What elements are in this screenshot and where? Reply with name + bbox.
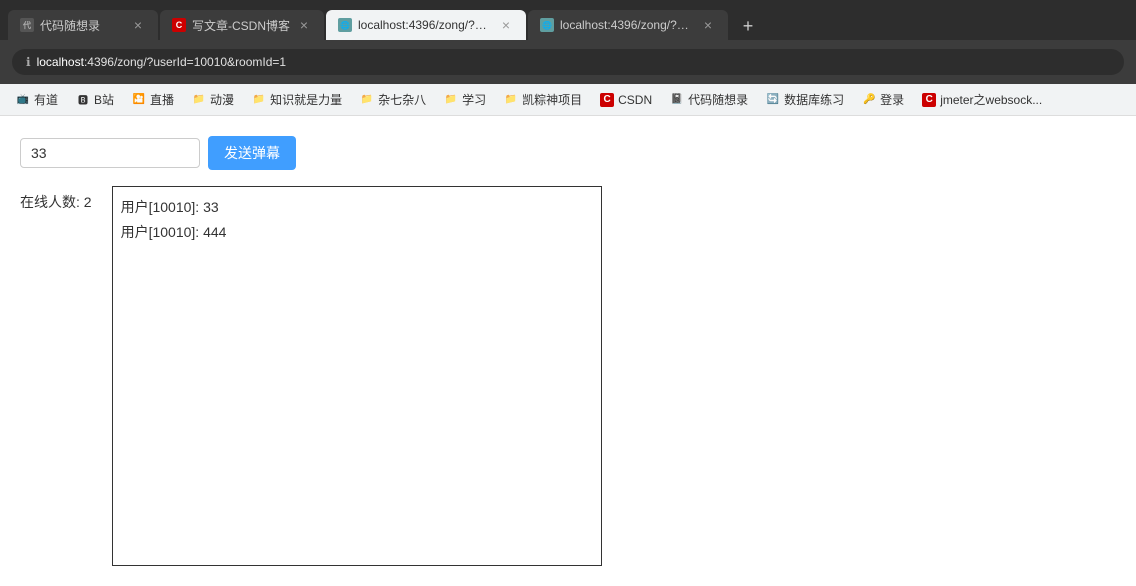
browser-window: 代 代码随想录 × C 写文章-CSDN博客 × 🌐 localhost:439… (0, 0, 1136, 586)
bookmark-label-misc: 杂七杂八 (378, 91, 426, 108)
bookmark-db[interactable]: 🔄 数据库练习 (758, 88, 852, 111)
tab-3-favicon: 🌐 (338, 18, 352, 32)
address-input[interactable]: ℹ localhost:4396/zong/?userId=10010&room… (12, 49, 1124, 75)
bookmark-label-login: 登录 (880, 91, 904, 108)
bookmark-icon-anime: 📁 (192, 93, 206, 107)
chat-area: 在线人数: 2 用户[10010]: 33 用户[10010]: 444 (20, 186, 1116, 566)
bookmark-icon-jmeter: C (922, 93, 936, 107)
tab-4-title: localhost:4396/zong/?userId=1... (560, 18, 694, 32)
bookmark-icon-knowledge: 📁 (252, 93, 266, 107)
bookmark-icon-db: 🔄 (766, 93, 780, 107)
tab-2[interactable]: C 写文章-CSDN博客 × (160, 10, 324, 40)
tab-1-close[interactable]: × (130, 17, 146, 33)
bookmark-icon-study: 📁 (444, 93, 458, 107)
tab-4-close[interactable]: × (700, 17, 716, 33)
bookmark-icon-code: 📓 (670, 93, 684, 107)
tab-1-favicon: 代 (20, 18, 34, 32)
tab-4-favicon: 🌐 (540, 18, 554, 32)
page-content: 发送弹幕 在线人数: 2 用户[10010]: 33 用户[10010]: 44… (0, 116, 1136, 586)
tab-1-title: 代码随想录 (40, 17, 124, 34)
bookmark-label-anime: 动漫 (210, 91, 234, 108)
bookmark-project[interactable]: 📁 凯粽神项目 (496, 88, 590, 111)
bookmark-jmeter[interactable]: C jmeter之websock... (914, 88, 1050, 111)
bookmark-icon-project: 📁 (504, 93, 518, 107)
bookmark-label-study: 学习 (462, 91, 486, 108)
bookmark-icon-csdn: C (600, 93, 614, 107)
bookmark-live[interactable]: 🎦 直播 (124, 88, 182, 111)
message-line-1: 用户[10010]: 33 (121, 195, 593, 220)
tab-3-title: localhost:4396/zong/?userId=1... (358, 18, 492, 32)
new-tab-button[interactable]: + (734, 12, 762, 40)
bookmark-label-jmeter: jmeter之websock... (940, 91, 1042, 108)
message-line-2: 用户[10010]: 444 (121, 220, 593, 245)
bookmark-label-csdn: CSDN (618, 93, 652, 107)
tab-3[interactable]: 🌐 localhost:4396/zong/?userId=1... × (326, 10, 526, 40)
online-count: 在线人数: 2 (20, 192, 92, 212)
tab-4[interactable]: 🌐 localhost:4396/zong/?userId=1... × (528, 10, 728, 40)
bookmark-study[interactable]: 📁 学习 (436, 88, 494, 111)
tab-3-close[interactable]: × (498, 17, 514, 33)
message-input[interactable] (20, 138, 200, 168)
bookmarks-bar: 📺 有道 🅱 B站 🎦 直播 📁 动漫 📁 知识就是力量 📁 杂七杂八 📁 学习 (0, 84, 1136, 116)
bookmark-youdao[interactable]: 📺 有道 (8, 88, 66, 111)
tab-1[interactable]: 代 代码随想录 × (8, 10, 158, 40)
bookmark-bilibili[interactable]: 🅱 B站 (68, 88, 122, 111)
bookmark-code[interactable]: 📓 代码随想录 (662, 88, 756, 111)
bookmark-icon-bilibili: 🅱 (76, 93, 90, 107)
bookmark-icon-login: 🔑 (862, 93, 876, 107)
tab-bar: 代 代码随想录 × C 写文章-CSDN博客 × 🌐 localhost:439… (0, 0, 1136, 40)
tab-2-close[interactable]: × (296, 17, 312, 33)
bookmark-icon-live: 🎦 (132, 93, 146, 107)
info-icon: ℹ (26, 55, 31, 69)
address-text: localhost:4396/zong/?userId=10010&roomId… (37, 55, 287, 69)
message-box: 用户[10010]: 33 用户[10010]: 444 (112, 186, 602, 566)
bookmark-label-knowledge: 知识就是力量 (270, 91, 342, 108)
input-row: 发送弹幕 (20, 136, 1116, 170)
bookmark-label-code: 代码随想录 (688, 91, 748, 108)
bookmark-login[interactable]: 🔑 登录 (854, 88, 912, 111)
address-bar: ℹ localhost:4396/zong/?userId=10010&room… (0, 40, 1136, 84)
address-host: localhost (37, 55, 84, 69)
bookmark-icon-misc: 📁 (360, 93, 374, 107)
bookmark-label-youdao: 有道 (34, 91, 58, 108)
bookmark-misc[interactable]: 📁 杂七杂八 (352, 88, 434, 111)
tab-2-title: 写文章-CSDN博客 (192, 17, 290, 34)
bookmark-label-db: 数据库练习 (784, 91, 844, 108)
send-button[interactable]: 发送弹幕 (208, 136, 296, 170)
bookmark-anime[interactable]: 📁 动漫 (184, 88, 242, 111)
bookmark-knowledge[interactable]: 📁 知识就是力量 (244, 88, 350, 111)
bookmark-label-bilibili: B站 (94, 91, 114, 108)
tab-2-favicon: C (172, 18, 186, 32)
bookmark-label-project: 凯粽神项目 (522, 91, 582, 108)
bookmark-label-live: 直播 (150, 91, 174, 108)
bookmark-icon-youdao: 📺 (16, 93, 30, 107)
bookmark-csdn[interactable]: C CSDN (592, 90, 660, 110)
address-path: :4396/zong/?userId=10010&roomId=1 (84, 55, 286, 69)
